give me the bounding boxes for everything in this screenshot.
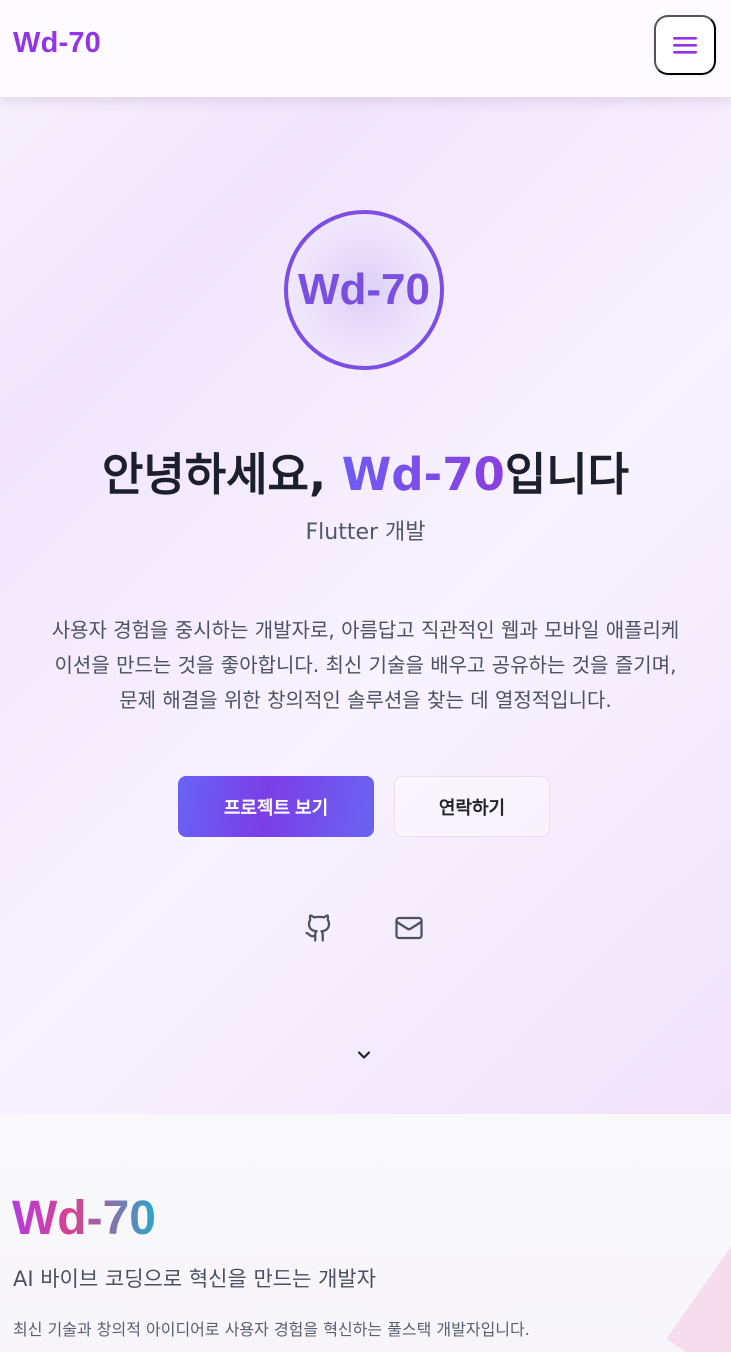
description-line: 사용자 경험을 중시하는 개발자로, 아름답고 직관적인 웹과 모바일 애플리케 bbox=[51, 618, 680, 642]
decorative-shape bbox=[666, 1240, 731, 1352]
contact-button[interactable]: 연락하기 bbox=[394, 776, 550, 837]
avatar-text: Wd-70 bbox=[298, 265, 430, 314]
about-section: Wd-70 AI 바이브 코딩으로 혁신을 만드는 개발자 최신 기술과 창의적… bbox=[0, 1114, 731, 1352]
hero-subtitle: Flutter 개발 bbox=[305, 520, 426, 545]
email-link[interactable] bbox=[381, 900, 437, 956]
description-line: 문제 해결을 위한 창의적인 솔루션을 찾는 데 열정적입니다. bbox=[119, 688, 612, 712]
mail-icon bbox=[395, 916, 423, 940]
menu-button[interactable] bbox=[654, 15, 716, 75]
hero-title: 안녕하세요, Wd-70입니다 bbox=[0, 438, 731, 503]
site-logo[interactable]: Wd-70 bbox=[13, 27, 101, 60]
github-icon bbox=[305, 914, 331, 942]
view-projects-button[interactable]: 프로젝트 보기 bbox=[178, 776, 374, 837]
description-line: 이션을 만드는 것을 좋아합니다. 최신 기술을 배우고 공유하는 것을 즐기며… bbox=[54, 653, 677, 677]
hero-title-suffix: 입니다 bbox=[504, 448, 630, 501]
about-title: Wd-70 bbox=[12, 1192, 156, 1245]
site-header: Wd-70 bbox=[0, 0, 731, 97]
avatar: Wd-70 bbox=[284, 210, 444, 370]
about-subtitle: AI 바이브 코딩으로 혁신을 만드는 개발자 bbox=[13, 1267, 377, 1291]
hero-title-prefix: 안녕하세요, bbox=[101, 448, 342, 501]
about-description: 최신 기술과 창의적 아이디어로 사용자 경험을 혁신하는 풀스택 개발자입니다… bbox=[13, 1320, 530, 1339]
hero-title-name: Wd-70 bbox=[341, 448, 505, 501]
chevron-down-icon bbox=[357, 1051, 371, 1059]
scroll-down-button[interactable] bbox=[351, 1042, 377, 1068]
hero-description: 사용자 경험을 중시하는 개발자로, 아름답고 직관적인 웹과 모바일 애플리케… bbox=[10, 613, 721, 718]
github-link[interactable] bbox=[291, 900, 347, 956]
hamburger-menu-icon bbox=[673, 37, 697, 54]
